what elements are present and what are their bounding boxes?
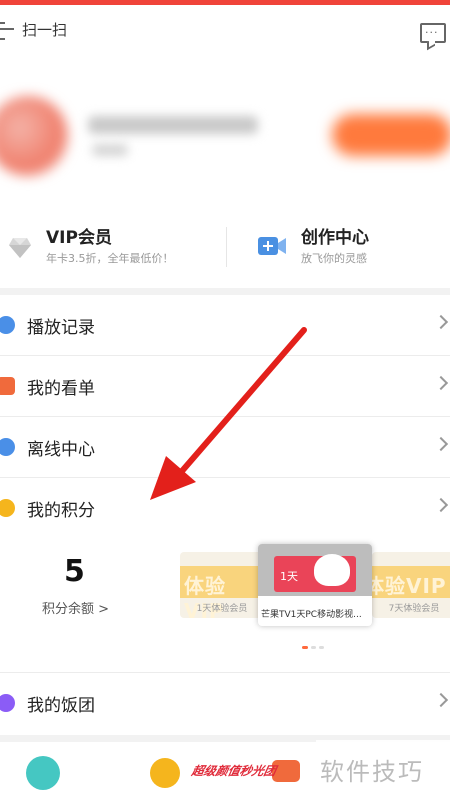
create-title: 创作中心 bbox=[301, 228, 369, 248]
points-section: 5 积分余额 > 体验VIP 1天体验会员 体验VIP 7天体验会员 1天 芒果… bbox=[0, 540, 450, 670]
header: 扫一扫 ··· bbox=[0, 5, 450, 55]
profile-section[interactable] bbox=[0, 80, 450, 190]
card-divider bbox=[226, 227, 227, 267]
menu-label: 播放记录 bbox=[27, 318, 95, 338]
profile-action-button[interactable] bbox=[332, 114, 450, 156]
watermark-text: 软件技巧 bbox=[320, 758, 424, 786]
chevron-right-icon bbox=[433, 497, 449, 513]
chevron-right-icon bbox=[433, 375, 449, 391]
promo-banner[interactable]: 超级颜值秒光团 bbox=[190, 760, 286, 801]
menu-item-points[interactable]: 我的积分 bbox=[0, 478, 450, 538]
section-divider bbox=[0, 288, 450, 295]
promo-text: 超级颜值秒光团 bbox=[190, 764, 278, 778]
menu-label: 离线中心 bbox=[27, 440, 95, 460]
mascot-icon[interactable] bbox=[26, 756, 60, 790]
banner-vip-1day[interactable]: 体验VIP 1天体验会员 bbox=[180, 552, 264, 618]
message-icon[interactable]: ··· bbox=[420, 23, 446, 51]
points-value: 5 bbox=[64, 554, 85, 589]
scan-icon bbox=[0, 21, 16, 40]
scan-button[interactable]: 扫一扫 bbox=[0, 19, 67, 40]
chevron-right-icon bbox=[433, 692, 449, 708]
download-icon bbox=[0, 438, 15, 456]
chevron-right-icon bbox=[433, 314, 449, 330]
vip-subtitle: 年卡3.5折，全年最低价！ bbox=[46, 252, 174, 265]
carousel-pager bbox=[302, 646, 324, 649]
scan-label: 扫一扫 bbox=[22, 21, 68, 39]
menu-label: 我的看单 bbox=[27, 379, 95, 399]
menu-item-history[interactable]: 播放记录 bbox=[0, 295, 450, 356]
banner-left-caption: 1天体验会员 bbox=[196, 604, 248, 614]
heart-list-icon bbox=[0, 377, 15, 395]
menu-label: 我的积分 bbox=[27, 501, 95, 521]
banner-right-text: 体验VIP bbox=[372, 574, 447, 598]
ticket-text: 1天 bbox=[280, 570, 298, 583]
menu-item-group[interactable]: 我的饭团 bbox=[0, 672, 450, 733]
menu-item-watchlist[interactable]: 我的看单 bbox=[0, 356, 450, 417]
banner-right-caption: 7天体验会员 bbox=[388, 604, 440, 614]
menu-item-offline[interactable]: 离线中心 bbox=[0, 417, 450, 478]
create-subtitle: 放飞你的灵感 bbox=[301, 252, 367, 265]
feature-cards: VIP会员 年卡3.5折，全年最低价！ 创作中心 放飞你的灵感 bbox=[0, 205, 450, 287]
group-icon bbox=[0, 694, 15, 712]
star-icon[interactable] bbox=[150, 758, 180, 788]
banner-main-caption: 芒果TV1天PC移动影视... bbox=[261, 610, 362, 620]
diamond-icon bbox=[8, 237, 31, 259]
user-sub-blurred bbox=[92, 144, 128, 156]
username-blurred bbox=[88, 116, 258, 134]
banner-mango-tv[interactable]: 1天 芒果TV1天PC移动影视... bbox=[258, 544, 372, 626]
points-icon bbox=[0, 499, 15, 517]
history-icon bbox=[0, 316, 15, 334]
video-camera-icon bbox=[258, 235, 286, 257]
points-balance-link[interactable]: 积分余额 > bbox=[42, 598, 109, 617]
chevron-right-icon bbox=[433, 436, 449, 452]
mascot-image bbox=[314, 554, 350, 586]
watermark: 软件技巧 bbox=[316, 740, 450, 801]
vip-title: VIP会员 bbox=[46, 228, 112, 248]
avatar[interactable] bbox=[0, 96, 68, 176]
menu-label: 我的饭团 bbox=[27, 696, 95, 716]
banner-vip-7day[interactable]: 体验VIP 7天体验会员 bbox=[372, 552, 450, 618]
